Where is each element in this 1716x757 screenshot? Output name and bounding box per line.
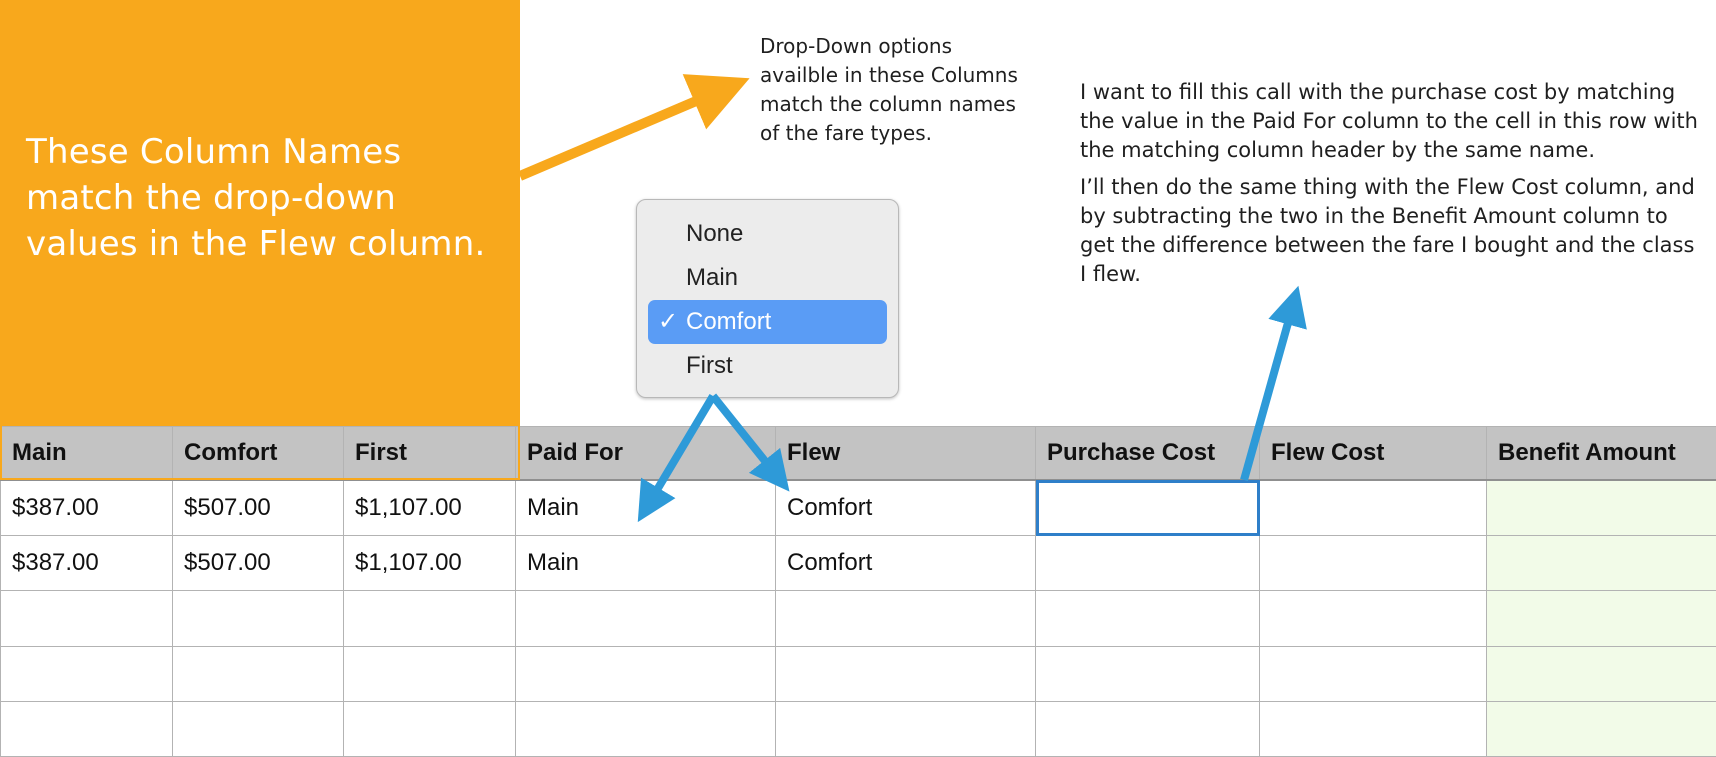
cell-comfort[interactable]: $507.00 bbox=[172, 479, 344, 537]
table-row: $387.00 $507.00 $1,107.00 Main Comfort bbox=[0, 535, 1716, 592]
cell-paid-for[interactable] bbox=[515, 700, 776, 757]
column-header-first[interactable]: First bbox=[343, 426, 516, 481]
cell-comfort[interactable] bbox=[172, 645, 344, 702]
cell-main[interactable]: $387.00 bbox=[0, 535, 173, 592]
menu-item-label: First bbox=[686, 352, 733, 379]
table-row bbox=[0, 645, 1716, 702]
column-header-flew[interactable]: Flew bbox=[775, 426, 1036, 481]
menu-item-first[interactable]: First bbox=[648, 344, 887, 388]
dropdown-note: Drop-Down options availble in these Colu… bbox=[760, 34, 1018, 145]
cell-paid-for[interactable] bbox=[515, 645, 776, 702]
menu-item-label: Comfort bbox=[686, 308, 772, 335]
table-row bbox=[0, 700, 1716, 757]
cell-main[interactable] bbox=[0, 700, 173, 757]
cell-flew-cost[interactable] bbox=[1259, 645, 1487, 702]
cell-paid-for[interactable]: Main bbox=[515, 479, 776, 537]
column-header-comfort[interactable]: Comfort bbox=[172, 426, 344, 481]
cell-purchase-cost[interactable] bbox=[1035, 700, 1260, 757]
flew-dropdown-menu[interactable]: None Main ✓ Comfort First bbox=[636, 199, 899, 398]
menu-item-label: Main bbox=[686, 264, 739, 291]
callout-box: These Column Names match the drop-down v… bbox=[0, 0, 520, 427]
cell-flew[interactable] bbox=[775, 700, 1036, 757]
menu-item-none[interactable]: None bbox=[648, 212, 887, 256]
cell-purchase-cost-selected[interactable] bbox=[1035, 479, 1260, 537]
cell-benefit-amount[interactable] bbox=[1486, 479, 1716, 537]
cell-purchase-cost[interactable] bbox=[1035, 590, 1260, 647]
cell-first[interactable] bbox=[343, 700, 516, 757]
cell-flew-cost[interactable] bbox=[1259, 590, 1487, 647]
menu-item-label: None bbox=[686, 220, 744, 247]
cell-flew-cost[interactable] bbox=[1259, 535, 1487, 592]
spreadsheet-table: Main Comfort First Paid For Flew Purchas… bbox=[0, 426, 1716, 757]
cell-flew-cost[interactable] bbox=[1259, 700, 1487, 757]
cell-main[interactable] bbox=[0, 590, 173, 647]
cell-comfort[interactable] bbox=[172, 700, 344, 757]
cell-purchase-cost[interactable] bbox=[1035, 535, 1260, 592]
column-header-benefit-amount[interactable]: Benefit Amount bbox=[1486, 426, 1716, 481]
cell-paid-for[interactable] bbox=[515, 590, 776, 647]
cell-comfort[interactable]: $507.00 bbox=[172, 535, 344, 592]
cell-comfort[interactable] bbox=[172, 590, 344, 647]
cell-benefit-amount[interactable] bbox=[1486, 645, 1716, 702]
cell-benefit-amount[interactable] bbox=[1486, 590, 1716, 647]
table-row: $387.00 $507.00 $1,107.00 Main Comfort bbox=[0, 479, 1716, 537]
header-row: Main Comfort First Paid For Flew Purchas… bbox=[0, 426, 1716, 481]
request-note-paragraph-2: I’ll then do the same thing with the Fle… bbox=[1080, 175, 1695, 286]
table-row bbox=[0, 590, 1716, 647]
column-header-paid-for[interactable]: Paid For bbox=[515, 426, 776, 481]
menu-item-comfort[interactable]: ✓ Comfort bbox=[648, 300, 887, 344]
cell-main[interactable]: $387.00 bbox=[0, 479, 173, 537]
cell-paid-for[interactable]: Main bbox=[515, 535, 776, 592]
cell-benefit-amount[interactable] bbox=[1486, 535, 1716, 592]
column-header-flew-cost[interactable]: Flew Cost bbox=[1259, 426, 1487, 481]
cell-main[interactable] bbox=[0, 645, 173, 702]
cell-flew[interactable]: Comfort bbox=[775, 479, 1036, 537]
cell-flew[interactable] bbox=[775, 590, 1036, 647]
request-note-paragraph-1: I want to fill this call with the purcha… bbox=[1080, 80, 1698, 162]
cell-purchase-cost[interactable] bbox=[1035, 645, 1260, 702]
callout-text: These Column Names match the drop-down v… bbox=[26, 132, 486, 264]
cell-first[interactable] bbox=[343, 645, 516, 702]
column-header-main[interactable]: Main bbox=[0, 426, 173, 481]
cell-flew-cost[interactable] bbox=[1259, 479, 1487, 537]
cell-first[interactable] bbox=[343, 590, 516, 647]
cell-first[interactable]: $1,107.00 bbox=[343, 479, 516, 537]
cell-benefit-amount[interactable] bbox=[1486, 700, 1716, 757]
cell-first[interactable]: $1,107.00 bbox=[343, 535, 516, 592]
menu-item-main[interactable]: Main bbox=[648, 256, 887, 300]
orange-arrow bbox=[518, 74, 750, 181]
cell-flew[interactable]: Comfort bbox=[775, 535, 1036, 592]
column-header-purchase-cost[interactable]: Purchase Cost bbox=[1035, 426, 1260, 481]
cell-flew[interactable] bbox=[775, 645, 1036, 702]
checkmark-icon: ✓ bbox=[658, 308, 679, 335]
request-note: I want to fill this call with the purcha… bbox=[1080, 78, 1700, 297]
